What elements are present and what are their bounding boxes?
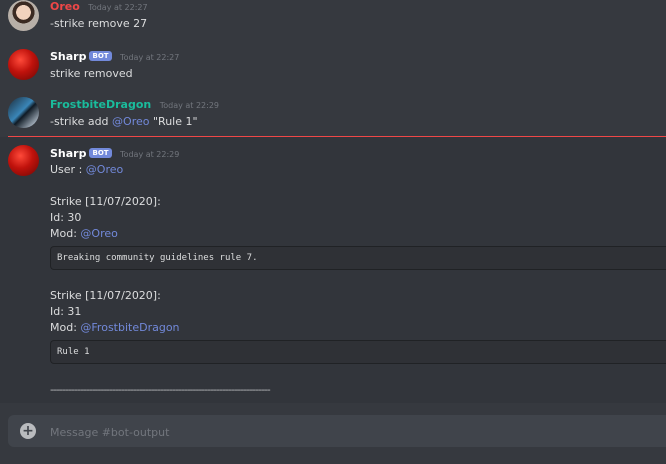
bot-badge: BOT	[89, 51, 112, 61]
bot-badge: BOT	[89, 148, 112, 158]
username[interactable]: Sharp	[50, 50, 86, 63]
timestamp: Today at 22:29	[159, 101, 220, 110]
avatar[interactable]	[8, 97, 39, 128]
separator-line: ----------------------------------------…	[50, 383, 271, 396]
new-messages-divider	[8, 136, 666, 137]
message-composer: +	[8, 415, 666, 449]
strike-reason-codeblock: Rule 1	[50, 340, 666, 364]
mod-mention[interactable]: @Oreo	[80, 227, 117, 240]
timestamp: Today at 22:27	[120, 53, 180, 62]
user-line: User : @Oreo	[50, 163, 124, 176]
message-list: Oreo Today at 22:27 -strike remove 27 Sh…	[0, 0, 666, 410]
username[interactable]: Oreo	[50, 0, 80, 13]
mod-mention[interactable]: @FrostbiteDragon	[80, 321, 179, 334]
strike-header: Strike [11/07/2020]:	[50, 289, 161, 302]
avatar[interactable]	[8, 145, 39, 176]
strike-mod: Mod: @FrostbiteDragon	[50, 321, 180, 334]
message-text: -strike remove 27	[50, 17, 148, 30]
message-text: strike removed	[50, 67, 133, 80]
avatar[interactable]	[8, 49, 39, 80]
timestamp: Today at 22:29	[120, 150, 180, 159]
timestamp: Today at 22:27	[88, 3, 148, 12]
strike-header: Strike [11/07/2020]:	[50, 195, 161, 208]
strike-id: Id: 30	[50, 211, 82, 224]
username[interactable]: FrostbiteDragon	[50, 98, 151, 111]
message-text: -strike add @Oreo "Rule 1"	[50, 115, 198, 128]
user-mention[interactable]: @Oreo	[86, 163, 123, 176]
add-attachment-icon[interactable]: +	[20, 423, 36, 439]
strike-reason-codeblock: Breaking community guidelines rule 7.	[50, 246, 666, 270]
message-input[interactable]	[48, 415, 652, 449]
user-mention[interactable]: @Oreo	[112, 115, 149, 128]
avatar[interactable]	[8, 0, 39, 31]
strike-mod: Mod: @Oreo	[50, 227, 118, 240]
username[interactable]: Sharp	[50, 147, 86, 160]
strike-id: Id: 31	[50, 305, 82, 318]
